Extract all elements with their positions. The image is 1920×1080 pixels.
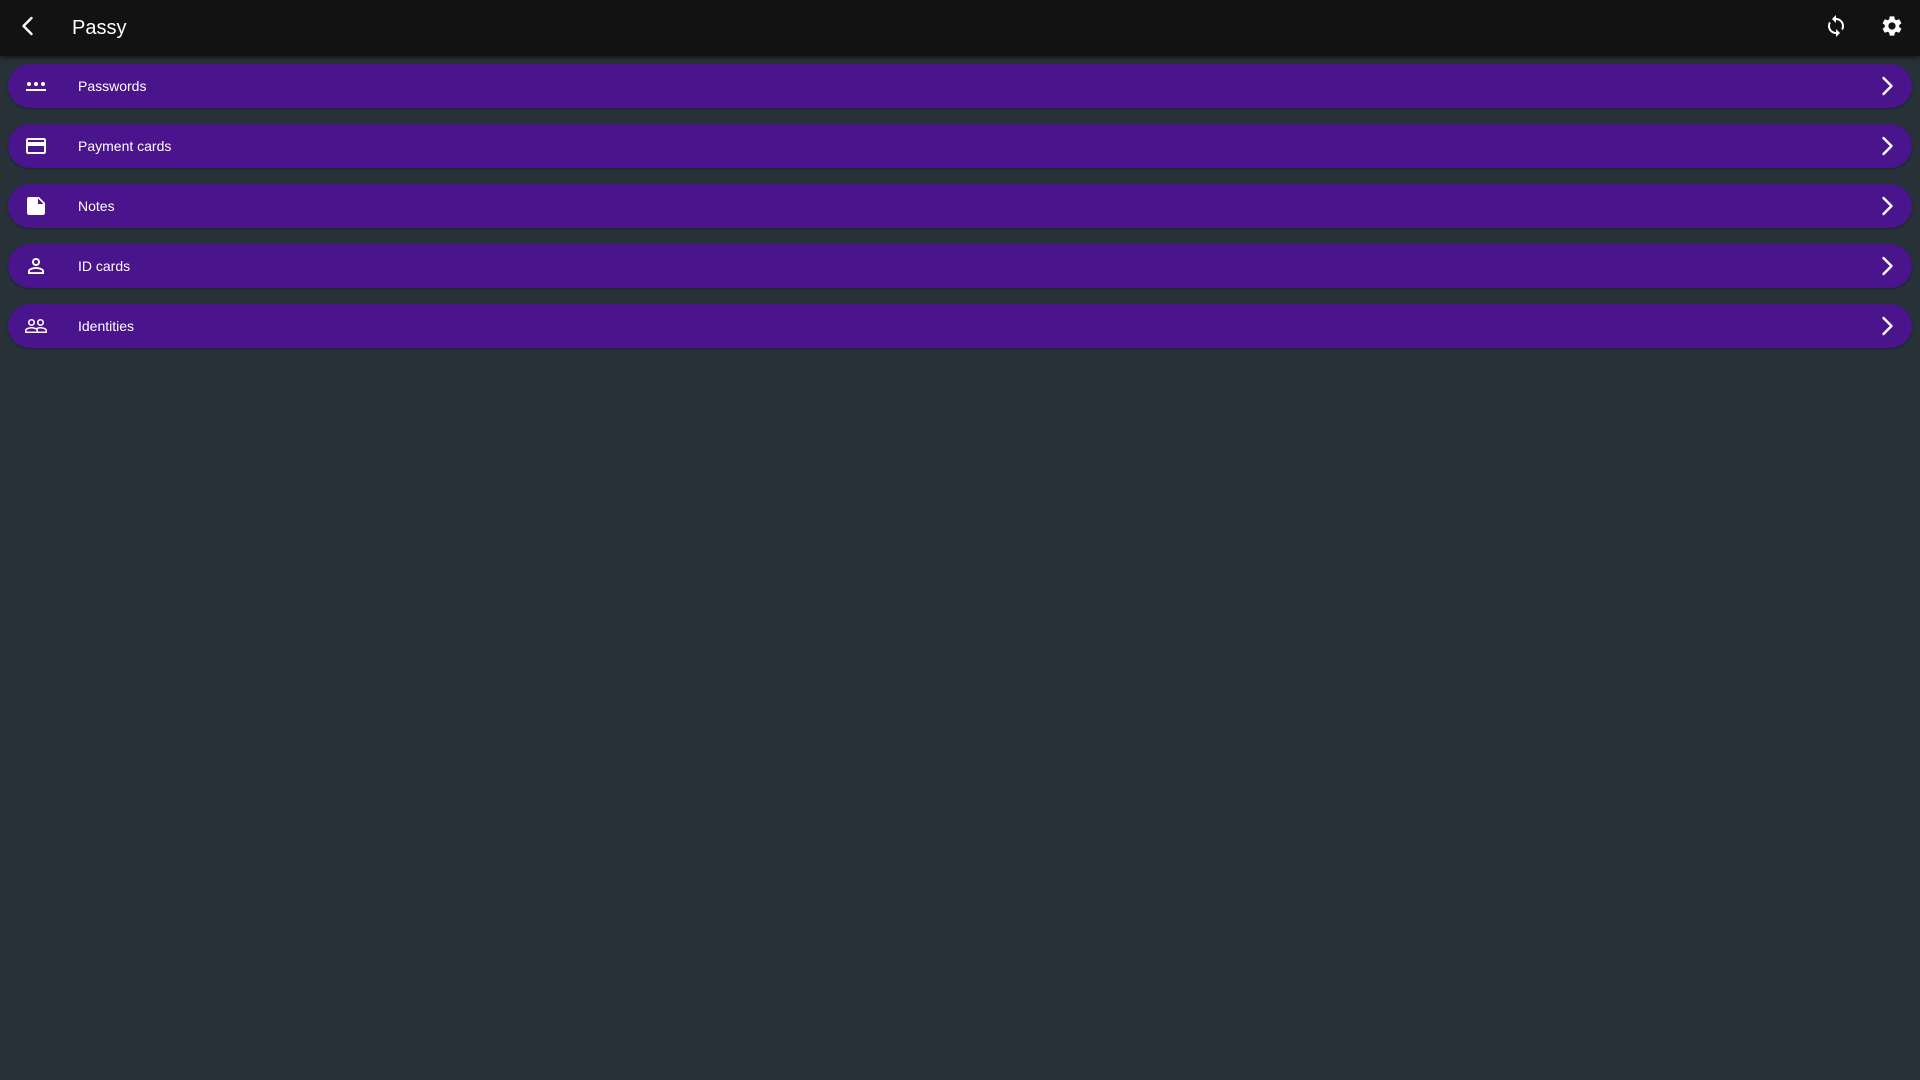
- category-item-passwords[interactable]: Passwords: [8, 64, 1912, 108]
- category-list: Passwords Payment cards Notes ID cards I…: [8, 64, 1912, 364]
- sync-icon: [1824, 14, 1848, 43]
- gear-icon: [1880, 14, 1904, 43]
- people-icon: [24, 314, 48, 338]
- note-icon: [24, 194, 48, 218]
- person-icon: [24, 254, 48, 278]
- password-dots-icon: [24, 74, 48, 98]
- page-title: Passy: [72, 17, 127, 39]
- category-label: ID cards: [78, 258, 131, 274]
- category-item-payment-cards[interactable]: Payment cards: [8, 124, 1912, 168]
- app-bar: Passy: [0, 0, 1920, 56]
- chevron-right-icon: [1872, 191, 1902, 221]
- chevron-right-icon: [1872, 311, 1902, 341]
- back-button[interactable]: [0, 0, 56, 56]
- category-item-notes[interactable]: Notes: [8, 184, 1912, 228]
- category-label: Payment cards: [78, 138, 172, 154]
- credit-card-icon: [24, 134, 48, 158]
- category-item-identities[interactable]: Identities: [8, 304, 1912, 348]
- category-item-id-cards[interactable]: ID cards: [8, 244, 1912, 288]
- chevron-right-icon: [1872, 71, 1902, 101]
- category-label: Identities: [78, 318, 135, 334]
- chevron-left-icon: [16, 14, 40, 43]
- category-label: Passwords: [78, 78, 147, 94]
- settings-button[interactable]: [1864, 0, 1920, 56]
- chevron-right-icon: [1872, 251, 1902, 281]
- chevron-right-icon: [1872, 131, 1902, 161]
- category-label: Notes: [78, 198, 115, 214]
- sync-button[interactable]: [1808, 0, 1864, 56]
